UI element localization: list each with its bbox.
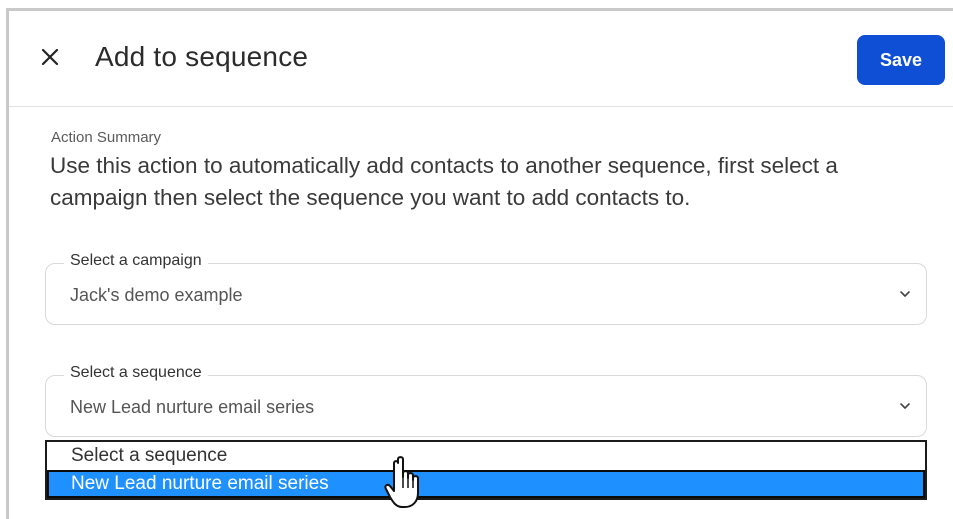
dropdown-option[interactable]: Select a sequence xyxy=(47,442,925,470)
close-icon xyxy=(41,48,59,66)
action-summary-text: Use this action to automatically add con… xyxy=(50,153,838,210)
dialog-header: Add to sequence Save xyxy=(9,11,953,107)
campaign-select-value: Jack's demo example xyxy=(70,285,243,305)
sequence-select-label: Select a sequence xyxy=(64,364,208,382)
campaign-select-label: Select a campaign xyxy=(64,252,208,270)
dropdown-option-selected[interactable]: New Lead nurture email series xyxy=(47,470,925,498)
campaign-select[interactable]: Select a campaign Jack's demo example xyxy=(45,252,927,325)
dialog-title: Add to sequence xyxy=(95,41,309,72)
add-to-sequence-panel: Add to sequence Save Action Summary Use … xyxy=(6,8,953,519)
action-summary-label: Action Summary xyxy=(51,129,162,146)
screen: Add to sequence Save Action Summary Use … xyxy=(0,0,953,519)
sequence-select[interactable]: Select a sequence New Lead nurture email… xyxy=(45,364,927,437)
sequence-select-value: New Lead nurture email series xyxy=(70,397,315,417)
chevron-down-icon xyxy=(900,291,910,297)
save-button[interactable]: Save xyxy=(857,35,945,85)
chevron-down-icon xyxy=(900,403,910,409)
sequence-dropdown-list: Select a sequence New Lead nurture email… xyxy=(45,440,927,500)
close-button[interactable] xyxy=(39,46,63,70)
